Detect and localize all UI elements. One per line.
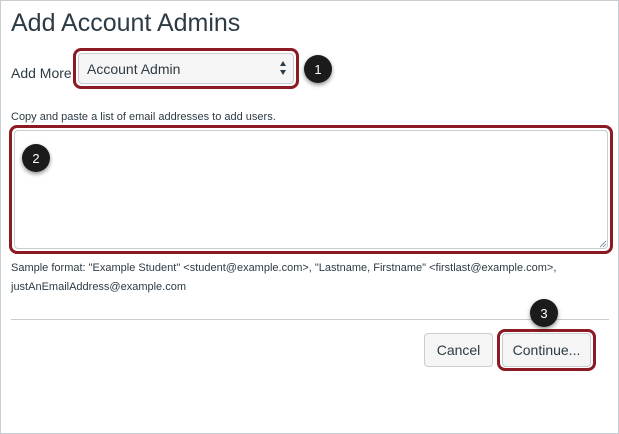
page-title: Add Account Admins [11,9,241,37]
step-callout-3: 3 [530,299,558,327]
cancel-button[interactable]: Cancel [424,333,493,367]
sample-format-text: Sample format: "Example Student" <studen… [11,262,557,293]
step-callout-1: 1 [304,55,332,83]
continue-highlight [497,329,596,371]
step-callout-2: 2 [22,144,50,172]
textarea-highlight [9,125,613,254]
email-instructions: Copy and paste a list of email addresses… [11,111,276,123]
add-account-admins-dialog: Add Account Admins Add More Account Admi… [0,0,619,434]
select-highlight [73,48,299,89]
add-more-label: Add More [11,65,72,81]
footer-divider [11,319,609,320]
